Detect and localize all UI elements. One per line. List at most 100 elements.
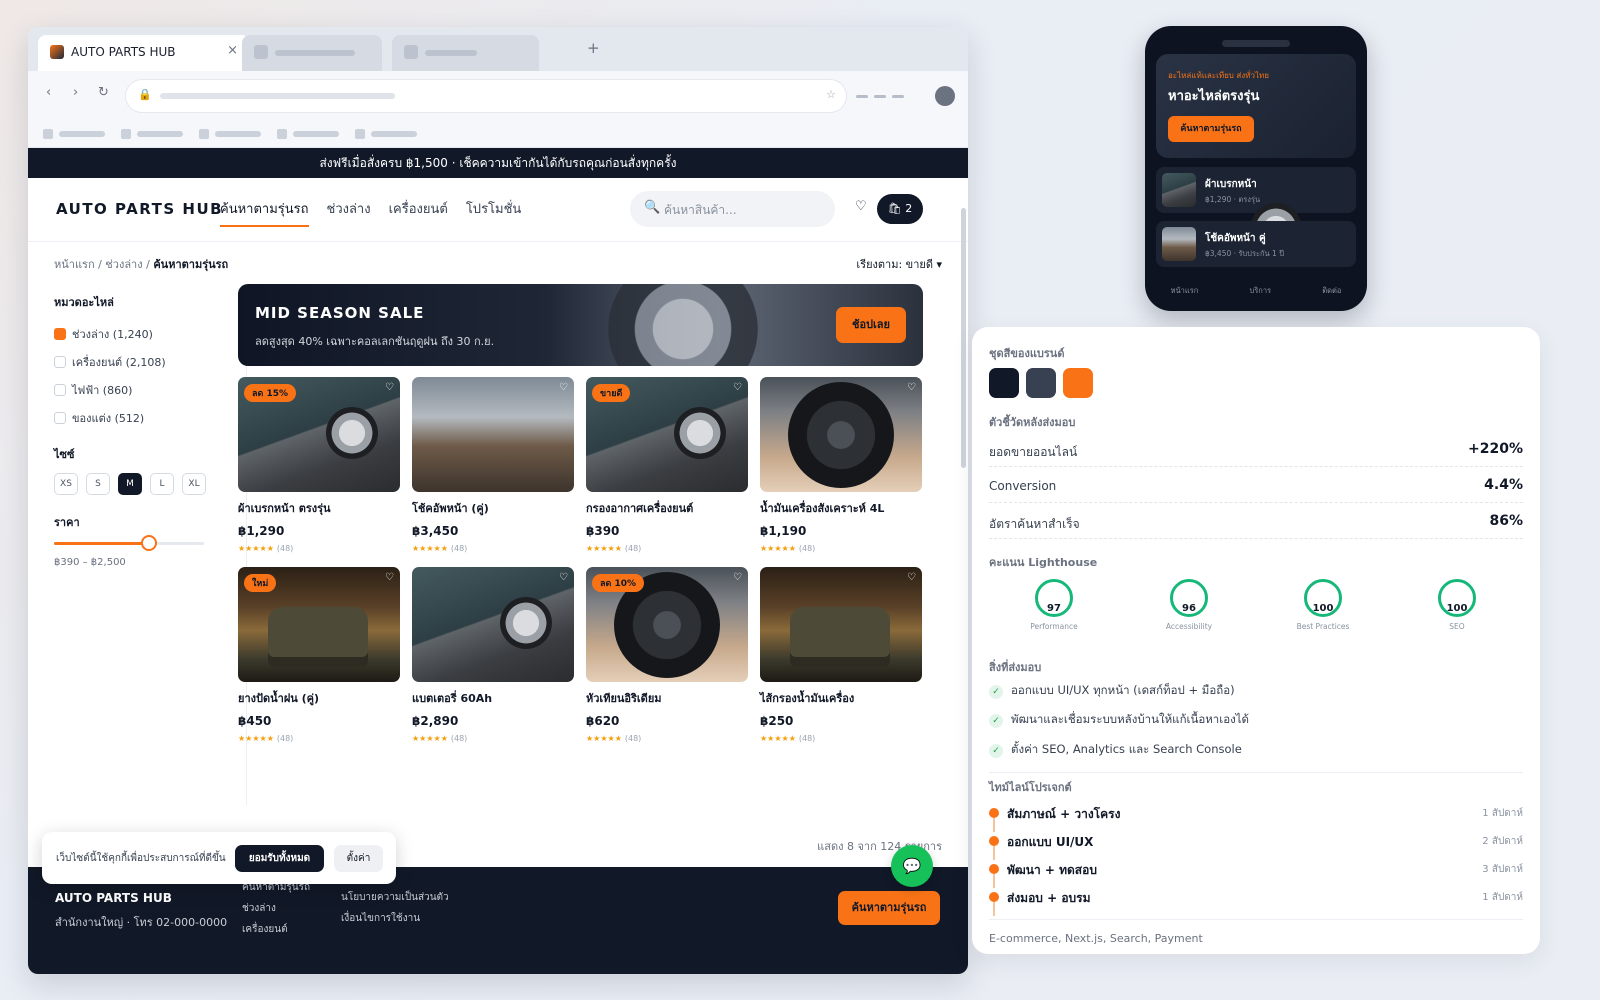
- wishlist-heart-icon[interactable]: ♡: [907, 572, 916, 583]
- product-card[interactable]: ลด 10% ♡ หัวเทียนอิริเดียม ฿620 ★★★★★ (48): [586, 567, 748, 743]
- product-name[interactable]: ยางปัดน้ำฝน (คู่): [238, 689, 400, 707]
- extension-icon[interactable]: [892, 95, 904, 98]
- product-image[interactable]: ♡: [760, 567, 922, 682]
- breadcrumb-path[interactable]: หน้าแรก / ช่วงล่าง /: [54, 258, 153, 271]
- shop-now-button[interactable]: ช้อปเลย: [836, 307, 906, 343]
- mobile-product-item[interactable]: ผ้าเบรกหน้า ฿1,290 · ตรงรุ่น: [1156, 167, 1356, 255]
- product-name[interactable]: กรองอากาศเครื่องยนต์: [586, 499, 748, 517]
- product-card[interactable]: ขายดี ♡ กรองอากาศเครื่องยนต์ ฿390 ★★★★★ (48): [586, 377, 748, 553]
- nav-engine[interactable]: เครื่องยนต์: [389, 198, 448, 227]
- footer-link[interactable]: ช่วงล่าง: [242, 898, 310, 919]
- product-price: ฿620: [586, 714, 620, 728]
- nav-promotions[interactable]: โปรโมชั่น: [466, 198, 521, 227]
- cart-button[interactable]: 🛍 2: [877, 194, 923, 224]
- mobile-nav-contact[interactable]: ติดต่อ: [1322, 285, 1341, 297]
- product-card[interactable]: ใหม่ ♡ ยางปัดน้ำฝน (คู่) ฿450 ★★★★★ (48): [238, 567, 400, 743]
- category-filter[interactable]: ไฟฟ้า (860): [54, 381, 219, 399]
- accept-cookies-button[interactable]: ยอมรับทั้งหมด: [235, 845, 324, 872]
- tab-active[interactable]: AUTO PARTS HUB ×: [38, 35, 250, 71]
- scrollbar[interactable]: [961, 208, 966, 468]
- mobile-bottom-nav: หน้าแรก บริการ ติดต่อ: [1145, 285, 1367, 297]
- extension-icon[interactable]: [856, 95, 868, 98]
- checkbox[interactable]: [54, 356, 66, 368]
- checkbox[interactable]: [54, 384, 66, 396]
- product-image[interactable]: ♡: [412, 567, 574, 682]
- wishlist-heart-icon[interactable]: ♡: [733, 572, 742, 583]
- wishlist-heart-icon[interactable]: ♡: [559, 382, 568, 393]
- product-name[interactable]: ผ้าเบรกหน้า ตรงรุ่น: [238, 499, 400, 517]
- tab-title-placeholder: [425, 50, 477, 56]
- product-image[interactable]: ♡: [760, 377, 922, 492]
- product-card[interactable]: ลด 15% ♡ ผ้าเบรกหน้า ตรงรุ่น ฿1,290 ★★★★★ (48…: [238, 377, 400, 553]
- sort-dropdown[interactable]: เรียงตาม: ขายดี ▾: [856, 255, 942, 273]
- product-card[interactable]: ♡ โช้คอัพหน้า (คู่) ฿3,450 ★★★★★ (48): [412, 377, 574, 553]
- footer-cta-button[interactable]: ค้นหาตามรุ่นรถ: [838, 891, 940, 925]
- size-option[interactable]: L: [150, 473, 174, 495]
- bookmark-item[interactable]: [355, 129, 417, 139]
- mobile-nav-services[interactable]: บริการ: [1249, 285, 1271, 297]
- product-card[interactable]: ♡ ไส้กรองน้ำมันเครื่อง ฿250 ★★★★★ (48): [760, 567, 922, 743]
- product-image[interactable]: ลด 10% ♡: [586, 567, 748, 682]
- wishlist-heart-icon[interactable]: ♡: [733, 382, 742, 393]
- product-card[interactable]: ♡ แบตเตอรี่ 60Ah ฿2,890 ★★★★★ (48): [412, 567, 574, 743]
- tab-placeholder[interactable]: [242, 35, 382, 71]
- footer-legal-col: นโยบายความเป็นส่วนตัว เงื่อนไขการใช้งาน: [341, 887, 449, 929]
- product-price: ฿250: [760, 714, 794, 728]
- url-field[interactable]: 🔒 ☆: [126, 80, 846, 112]
- mobile-nav-home[interactable]: หน้าแรก: [1171, 285, 1199, 297]
- nav-suspension[interactable]: ช่วงล่าง: [327, 198, 371, 227]
- footer-link[interactable]: เงื่อนไขการใช้งาน: [341, 908, 449, 929]
- size-option-selected[interactable]: M: [118, 473, 142, 495]
- footer-link[interactable]: เครื่องยนต์: [242, 919, 310, 940]
- price-slider[interactable]: [54, 535, 204, 551]
- bookmark-item[interactable]: [199, 129, 261, 139]
- size-option[interactable]: S: [86, 473, 110, 495]
- new-tab-button[interactable]: +: [587, 39, 600, 57]
- mobile-product-item[interactable]: โช้คอัพหน้า คู่ ฿3,450 · รับประกัน 1 ปี: [1156, 221, 1356, 267]
- back-icon[interactable]: ‹: [46, 85, 51, 100]
- category-filter[interactable]: เครื่องยนต์ (2,108): [54, 353, 219, 371]
- chat-icon[interactable]: 💬: [891, 845, 933, 887]
- bookmark-star-icon[interactable]: ☆: [826, 88, 836, 101]
- category-filter[interactable]: ช่วงล่าง (1,240): [54, 325, 219, 343]
- product-image[interactable]: ใหม่ ♡: [238, 567, 400, 682]
- cookie-settings-button[interactable]: ตั้งค่า: [334, 845, 383, 872]
- product-name[interactable]: หัวเทียนอิริเดียม: [586, 689, 748, 707]
- wishlist-heart-icon[interactable]: ♡: [855, 199, 867, 214]
- product-name[interactable]: น้ำมันเครื่องสังเคราะห์ 4L: [760, 499, 922, 517]
- product-card[interactable]: ♡ น้ำมันเครื่องสังเคราะห์ 4L ฿1,190 ★★★★★ (4…: [760, 377, 922, 553]
- product-image[interactable]: ลด 15% ♡: [238, 377, 400, 492]
- forward-icon[interactable]: ›: [73, 85, 78, 100]
- checkbox[interactable]: [54, 412, 66, 424]
- size-option[interactable]: XS: [54, 473, 78, 495]
- wishlist-heart-icon[interactable]: ♡: [385, 382, 394, 393]
- category-filter[interactable]: ของแต่ง (512): [54, 409, 219, 427]
- mobile-cta-button[interactable]: ค้นหาตามรุ่นรถ: [1168, 116, 1254, 142]
- product-image[interactable]: ♡: [412, 377, 574, 492]
- extension-icon[interactable]: [874, 95, 886, 98]
- nav-search-by-model[interactable]: ค้นหาตามรุ่นรถ: [220, 198, 309, 227]
- checkbox-checked[interactable]: [54, 328, 66, 340]
- tab-placeholder[interactable]: [392, 35, 539, 71]
- slider-handle[interactable]: [140, 535, 157, 551]
- lock-icon: 🔒: [138, 88, 152, 101]
- product-name[interactable]: ไส้กรองน้ำมันเครื่อง: [760, 689, 922, 707]
- size-option[interactable]: XL: [182, 473, 206, 495]
- product-name[interactable]: โช้คอัพหน้า (คู่): [412, 499, 574, 517]
- bookmark-item[interactable]: [43, 129, 105, 139]
- wishlist-heart-icon[interactable]: ♡: [559, 572, 568, 583]
- wishlist-heart-icon[interactable]: ♡: [385, 572, 394, 583]
- wishlist-heart-icon[interactable]: ♡: [907, 382, 916, 393]
- bookmark-item[interactable]: [277, 129, 339, 139]
- product-image[interactable]: ขายดี ♡: [586, 377, 748, 492]
- search-input[interactable]: 🔍 ค้นหาสินค้า...: [630, 191, 835, 227]
- mobile-hero: อะไหล่แท้และเทียบ ส่งทั่วไทย หาอะไหล่ตรง…: [1156, 54, 1356, 158]
- product-name[interactable]: แบตเตอรี่ 60Ah: [412, 689, 574, 707]
- deliverable-text: ตั้งค่า SEO, Analytics และ Search Consol…: [1011, 742, 1242, 756]
- bookmark-item[interactable]: [121, 129, 183, 139]
- footer-link[interactable]: นโยบายความเป็นส่วนตัว: [341, 887, 449, 908]
- close-tab-icon[interactable]: ×: [227, 43, 238, 58]
- site-logo[interactable]: AUTO PARTS HUB: [56, 200, 223, 218]
- profile-avatar[interactable]: [935, 86, 955, 106]
- reload-icon[interactable]: ↻: [98, 85, 109, 100]
